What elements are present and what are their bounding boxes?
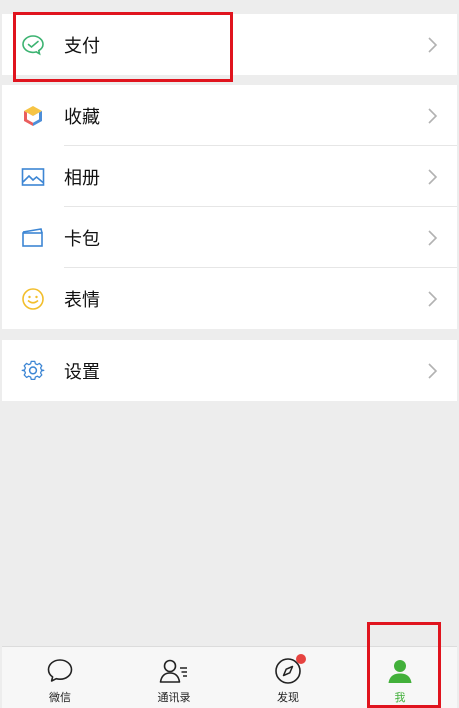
- chevron-right-icon: [428, 168, 438, 185]
- menu-item-label: 表情: [64, 289, 100, 311]
- chevron-right-icon: [428, 362, 438, 379]
- menu-item-label: 设置: [64, 361, 100, 383]
- wechat-pay-icon: [20, 32, 46, 58]
- smiley-face-icon: [20, 286, 46, 312]
- card-wallet-icon: [20, 225, 46, 251]
- compass-icon: [273, 654, 306, 685]
- menu-item-label: 支付: [64, 35, 100, 57]
- chevron-right-icon: [428, 36, 438, 53]
- favorites-cube-icon: [20, 103, 46, 129]
- menu-item-settings[interactable]: 设置: [2, 340, 457, 401]
- tab-me[interactable]: 我: [355, 647, 445, 708]
- menu-item-pay[interactable]: 支付: [2, 14, 457, 75]
- tab-label: 我: [394, 691, 406, 704]
- bottom-tab-bar: 微信 通讯录 发现 我: [2, 646, 457, 708]
- tab-label: 通讯录: [157, 691, 191, 704]
- chevron-right-icon: [428, 290, 438, 307]
- tab-contacts[interactable]: 通讯录: [129, 647, 219, 708]
- menu-item-label: 卡包: [64, 228, 100, 250]
- menu-item-label: 相册: [64, 167, 100, 189]
- tab-discover[interactable]: 发现: [243, 647, 333, 708]
- tab-chats[interactable]: 微信: [15, 647, 105, 708]
- menu-item-favorites[interactable]: 收藏: [2, 85, 457, 146]
- me-screen: 支付 收藏 相册 卡包 表情 设置 微信 通讯录 发现 我: [2, 0, 457, 708]
- gear-icon: [20, 358, 46, 384]
- person-icon: [385, 657, 415, 685]
- tab-label: 发现: [277, 691, 299, 704]
- tools-group: 收藏 相册 卡包 表情: [2, 85, 457, 329]
- menu-item-card-wallet[interactable]: 卡包: [2, 207, 457, 268]
- album-picture-icon: [20, 164, 46, 190]
- menu-item-stickers[interactable]: 表情: [2, 268, 457, 329]
- chat-bubble-icon: [45, 657, 75, 685]
- tab-label: 微信: [49, 691, 71, 704]
- menu-item-album[interactable]: 相册: [2, 146, 457, 207]
- chevron-right-icon: [428, 229, 438, 246]
- settings-group: 设置: [2, 340, 457, 401]
- menu-item-label: 收藏: [64, 106, 100, 128]
- pay-group: 支付: [2, 14, 457, 75]
- chevron-right-icon: [428, 107, 438, 124]
- notification-badge: [296, 654, 306, 664]
- contacts-icon: [159, 657, 189, 685]
